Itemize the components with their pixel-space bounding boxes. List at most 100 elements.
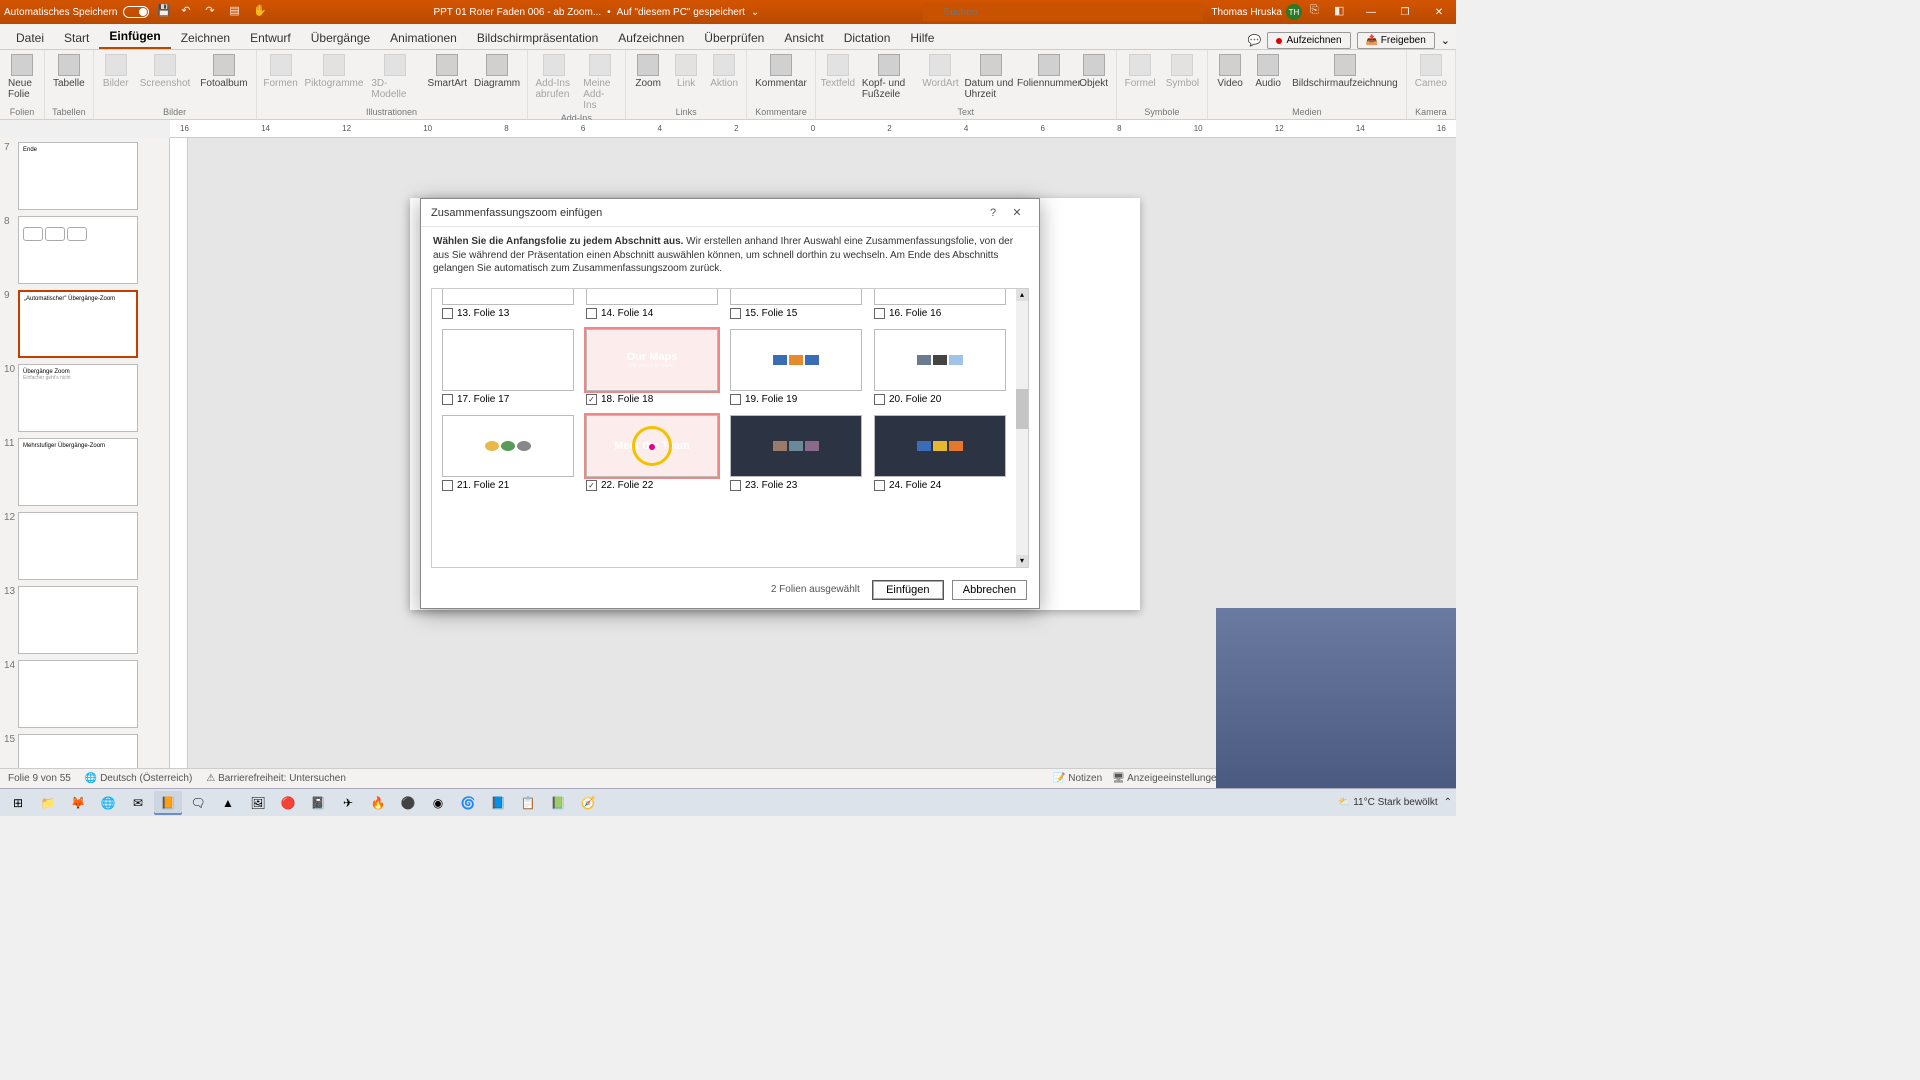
ribbon-kopf-und-fu-zeile[interactable]: Kopf- und Fußzeile (858, 52, 921, 102)
tab-einfügen[interactable]: Einfügen (99, 25, 170, 49)
task-app3[interactable]: 🔴 (274, 791, 302, 815)
task-app7[interactable]: 📋 (514, 791, 542, 815)
checkbox-icon[interactable] (730, 308, 741, 319)
task-app1[interactable]: 🗨 (184, 791, 212, 815)
notes-button[interactable]: 📝 Notizen (1053, 773, 1102, 784)
share-button[interactable]: 📤 Freigeben (1357, 32, 1435, 49)
checkbox-icon[interactable] (442, 480, 453, 491)
thumb-slide-12[interactable]: 12 (4, 512, 165, 580)
scroll-down-icon[interactable]: ▾ (1016, 555, 1028, 567)
slide-option-13[interactable]: 13. Folie 13 (442, 288, 574, 319)
checkbox-icon[interactable] (442, 394, 453, 405)
ribbon-datum-und-uhrzeit[interactable]: Datum und Uhrzeit (960, 52, 1022, 102)
checkbox-icon[interactable] (586, 394, 597, 405)
thumb-slide-7[interactable]: 7Ende (4, 142, 165, 210)
slide-option-16[interactable]: 16. Folie 16 (874, 288, 1006, 319)
checkbox-icon[interactable] (730, 480, 741, 491)
ribbon-collapse-icon[interactable]: ⌄ (1441, 34, 1450, 47)
slide-option-24[interactable]: 24. Folie 24 (874, 415, 1006, 491)
task-excel[interactable]: 📗 (544, 791, 572, 815)
touch-icon[interactable]: ✋ (253, 4, 269, 20)
present-icon[interactable]: ▤ (229, 4, 245, 20)
minimize-button[interactable]: ― (1358, 0, 1384, 24)
task-firefox[interactable]: 🦊 (64, 791, 92, 815)
task-onenote[interactable]: 📓 (304, 791, 332, 815)
thumb-slide-10[interactable]: 10Übergänge ZoomEinfacher geht's nicht (4, 364, 165, 432)
ribbon-zoom[interactable]: Zoom (630, 52, 666, 91)
checkbox-icon[interactable] (586, 480, 597, 491)
slide-option-22[interactable]: Meet the Team22. Folie 22 (586, 415, 718, 491)
slide-counter[interactable]: Folie 9 von 55 (8, 773, 71, 784)
tab-dictation[interactable]: Dictation (834, 27, 901, 49)
slide-option-21[interactable]: 21. Folie 21 (442, 415, 574, 491)
task-vlc[interactable]: ▲ (214, 791, 242, 815)
record-button[interactable]: Aufzeichnen (1267, 32, 1350, 49)
ribbon-objekt[interactable]: Objekt (1076, 52, 1112, 91)
task-word[interactable]: 📘 (484, 791, 512, 815)
task-powerpoint[interactable]: 📙 (154, 791, 182, 815)
checkbox-icon[interactable] (874, 480, 885, 491)
ribbon-audio[interactable]: Audio (1250, 52, 1286, 91)
ribbon-foliennummer[interactable]: Foliennummer (1024, 52, 1073, 91)
user-account[interactable]: Thomas Hruska TH (1211, 4, 1302, 20)
ribbon-fotoalbum[interactable]: Fotoalbum (196, 52, 251, 91)
autosave-toggle[interactable]: Automatisches Speichern (4, 6, 149, 18)
maximize-button[interactable]: ❐ (1392, 0, 1418, 24)
system-tray[interactable]: ⛅ 11°C Stark bewölkt ⌃ (1338, 797, 1452, 808)
comments-toggle-icon[interactable]: 💬 (1248, 34, 1262, 47)
slide-option-20[interactable]: 20. Folie 20 (874, 329, 1006, 405)
save-icon[interactable]: 💾 (157, 4, 173, 20)
tab-bildschirmpräsentation[interactable]: Bildschirmpräsentation (467, 27, 608, 49)
tab-zeichnen[interactable]: Zeichnen (171, 27, 240, 49)
slide-option-18[interactable]: Our MapsThe world is wide18. Folie 18 (586, 329, 718, 405)
thumb-slide-9[interactable]: 9„Automatischer" Übergänge-Zoom (4, 290, 165, 358)
task-app6[interactable]: 🌀 (454, 791, 482, 815)
ribbon-bildschirmaufzeichnung[interactable]: Bildschirmaufzeichnung (1288, 52, 1402, 91)
tab-entwurf[interactable]: Entwurf (240, 27, 301, 49)
task-explorer[interactable]: 📁 (34, 791, 62, 815)
display-settings[interactable]: 🖥 Anzeigeeinstellungen (1112, 773, 1222, 784)
tray-chevron-icon[interactable]: ⌃ (1444, 797, 1452, 808)
undo-icon[interactable]: ↶ (181, 4, 197, 20)
task-chrome[interactable]: 🌐 (94, 791, 122, 815)
tab-start[interactable]: Start (54, 27, 99, 49)
cancel-button[interactable]: Abbrechen (952, 580, 1027, 600)
mode-icon[interactable]: ⎘ (1310, 4, 1326, 20)
thumb-slide-13[interactable]: 13 (4, 586, 165, 654)
slide-option-14[interactable]: 14. Folie 14 (586, 288, 718, 319)
task-app2[interactable]: 🖼 (244, 791, 272, 815)
thumb-slide-14[interactable]: 14 (4, 660, 165, 728)
tab-überprüfen[interactable]: Überprüfen (694, 27, 774, 49)
language[interactable]: 🌐 Deutsch (Österreich) (85, 773, 192, 784)
ribbon-video[interactable]: Video (1212, 52, 1248, 91)
checkbox-icon[interactable] (874, 308, 885, 319)
tab-datei[interactable]: Datei (6, 27, 54, 49)
task-outlook[interactable]: ✉ (124, 791, 152, 815)
ribbon-smartart[interactable]: SmartArt (425, 52, 470, 91)
ribbon-kommentar[interactable]: Kommentar (751, 52, 811, 91)
close-button[interactable]: ✕ (1426, 0, 1452, 24)
slide-thumbnails[interactable]: 7Ende89„Automatischer" Übergänge-Zoom10Ü… (0, 138, 170, 778)
insert-button[interactable]: Einfügen (872, 580, 944, 600)
ribbon-diagramm[interactable]: Diagramm (472, 52, 523, 91)
tab-hilfe[interactable]: Hilfe (900, 27, 944, 49)
slide-option-15[interactable]: 15. Folie 15 (730, 288, 862, 319)
task-telegram[interactable]: ✈ (334, 791, 362, 815)
tab-ansicht[interactable]: Ansicht (774, 27, 833, 49)
slide-option-23[interactable]: 23. Folie 23 (730, 415, 862, 491)
checkbox-icon[interactable] (442, 308, 453, 319)
slide-option-19[interactable]: 19. Folie 19 (730, 329, 862, 405)
tab-aufzeichnen[interactable]: Aufzeichnen (608, 27, 694, 49)
dialog-titlebar[interactable]: Zusammenfassungszoom einfügen ? ✕ (421, 199, 1039, 227)
ribbon-tabelle[interactable]: Tabelle (49, 52, 89, 91)
thumb-slide-11[interactable]: 11Mehrstufiger Übergänge-Zoom (4, 438, 165, 506)
slide-option-17[interactable]: 17. Folie 17 (442, 329, 574, 405)
dialog-scrollbar[interactable]: ▴ ▾ (1016, 289, 1028, 567)
ribbon-neue-folie[interactable]: Neue Folie (4, 52, 40, 102)
task-app4[interactable]: 🔥 (364, 791, 392, 815)
search-input[interactable] (923, 3, 1203, 21)
help-icon[interactable]: ? (981, 201, 1005, 225)
accessibility[interactable]: ⚠ Barrierefreiheit: Untersuchen (206, 773, 346, 784)
task-obs[interactable]: ⚫ (394, 791, 422, 815)
task-app5[interactable]: ◉ (424, 791, 452, 815)
